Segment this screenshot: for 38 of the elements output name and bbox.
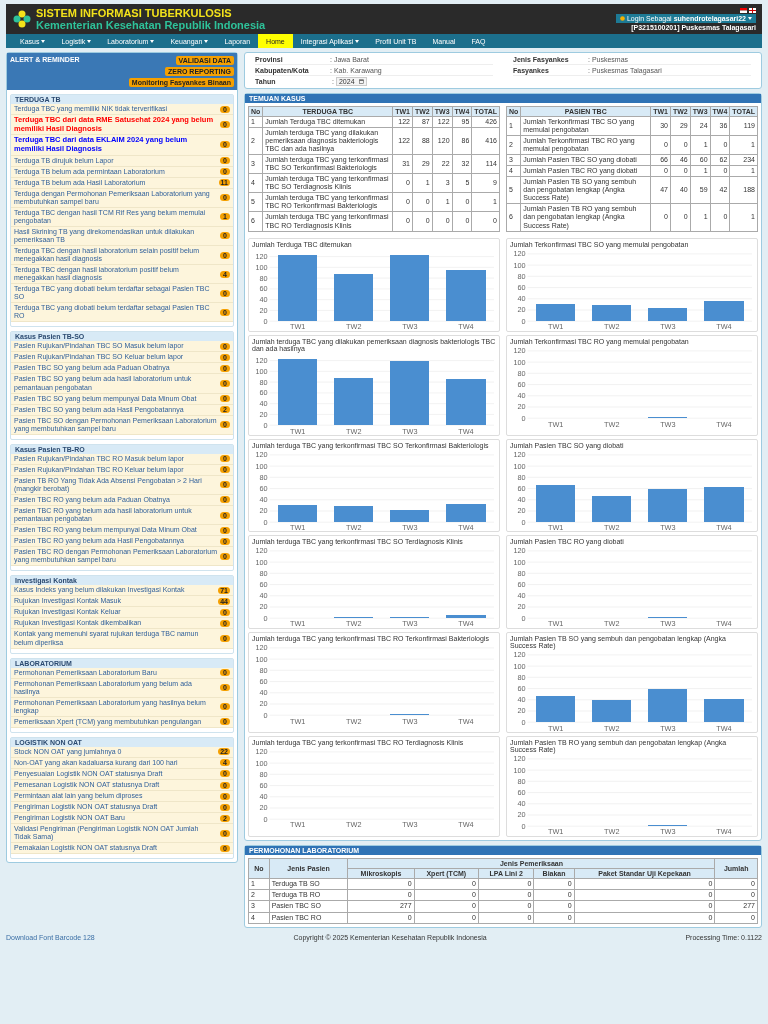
bar xyxy=(592,700,632,723)
bar xyxy=(390,509,430,522)
bar xyxy=(648,689,688,723)
bar xyxy=(536,696,576,723)
user-icon xyxy=(619,15,625,21)
bar xyxy=(334,377,374,425)
bar xyxy=(704,699,744,723)
caret-icon xyxy=(748,16,752,20)
caret-icon xyxy=(355,39,360,43)
app-title: SISTEM INFORMASI TUBERKULOSIS xyxy=(36,7,233,19)
flag-icon[interactable] xyxy=(740,7,747,13)
bar xyxy=(592,495,632,522)
bar xyxy=(390,255,430,321)
bar xyxy=(536,303,576,321)
bar xyxy=(446,615,486,619)
caret-icon xyxy=(204,39,209,43)
bar xyxy=(446,269,486,321)
bar xyxy=(334,505,374,522)
bar xyxy=(446,378,486,425)
bar xyxy=(648,307,688,321)
bar xyxy=(334,273,374,321)
caret-icon xyxy=(150,39,155,43)
caret-icon xyxy=(87,39,92,43)
bar xyxy=(278,504,318,522)
bar xyxy=(648,488,688,522)
calendar-icon xyxy=(358,79,364,84)
logo-icon xyxy=(12,9,32,29)
bar xyxy=(278,255,318,321)
bar xyxy=(592,304,632,321)
bar xyxy=(704,486,744,522)
bar xyxy=(704,300,744,321)
bar xyxy=(278,359,318,425)
bar xyxy=(446,503,486,522)
flag-icon[interactable] xyxy=(749,7,756,13)
bar xyxy=(536,484,576,522)
caret-icon xyxy=(41,39,46,43)
app-subtitle: Kementerian Kesehatan Republik Indonesia xyxy=(36,19,267,31)
bar xyxy=(390,360,430,425)
